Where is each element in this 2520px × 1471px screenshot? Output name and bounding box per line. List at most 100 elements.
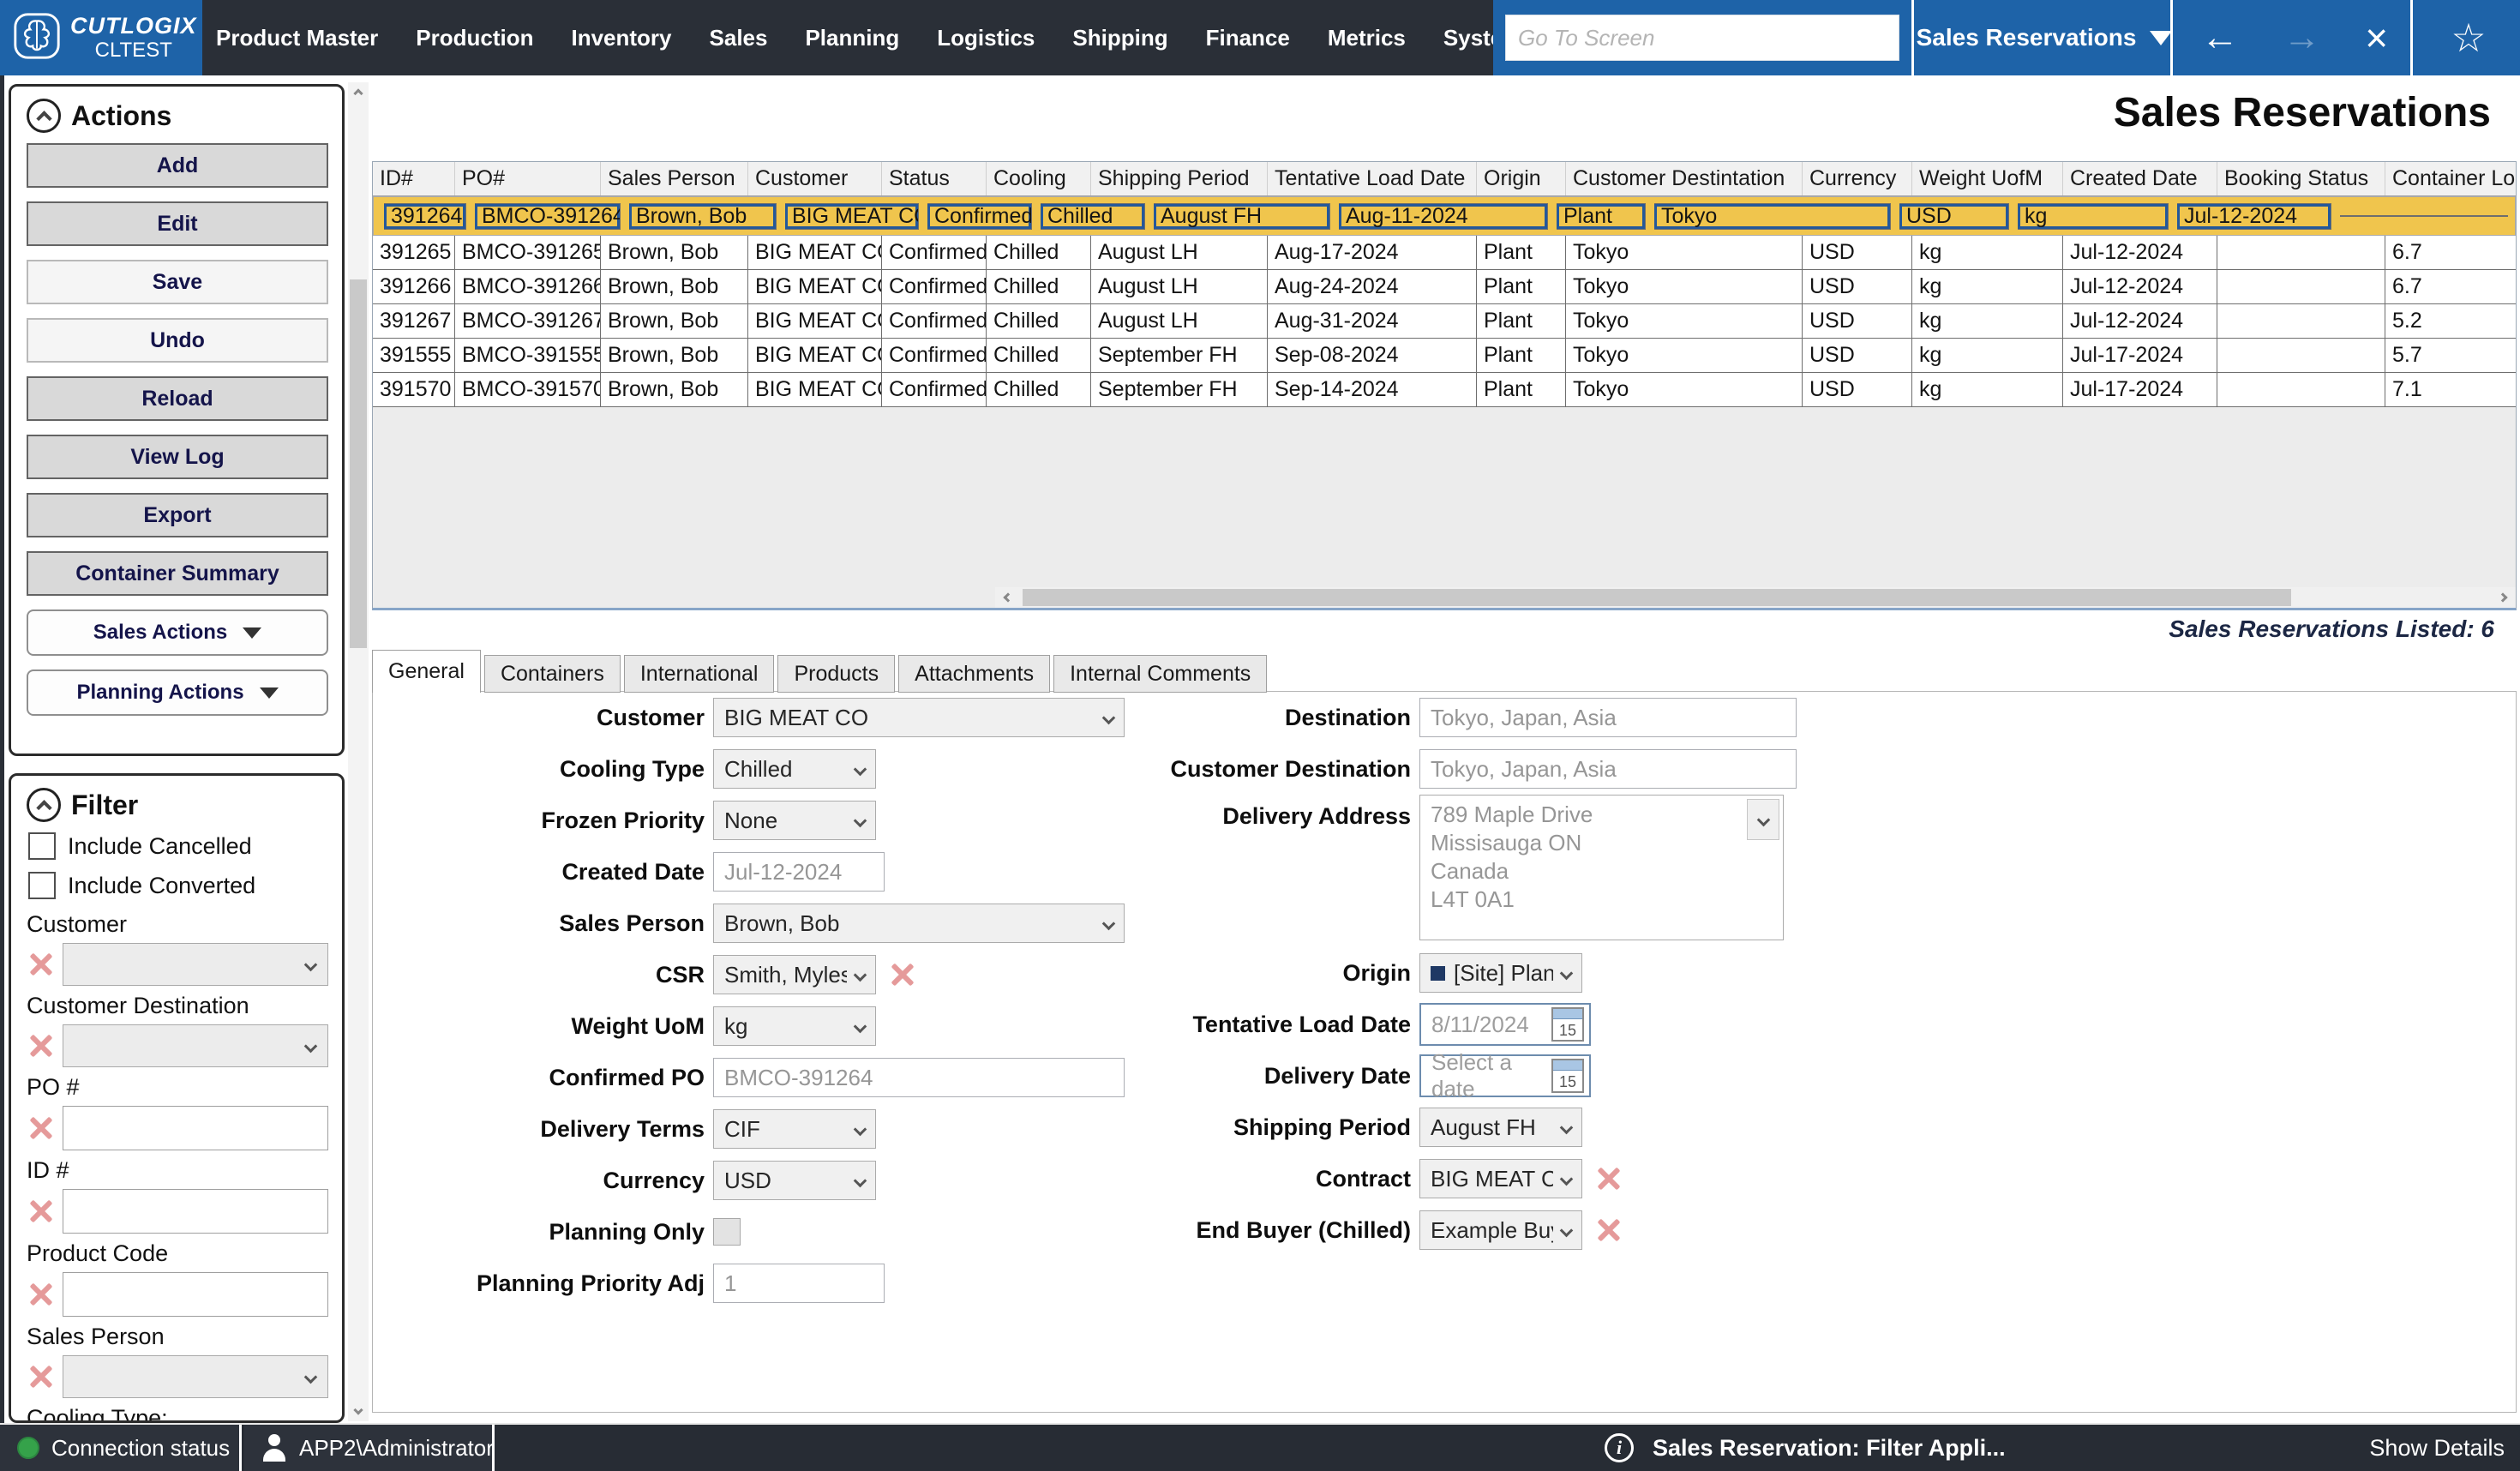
scroll-left-button[interactable]	[995, 587, 1021, 608]
calendar-icon[interactable]	[1551, 1059, 1584, 1093]
table-cell[interactable]: 7.1	[2385, 373, 2517, 407]
table-cell[interactable]: 391267	[373, 304, 455, 339]
table-cell[interactable]	[2217, 373, 2385, 407]
table-cell[interactable]: BMCO-391570	[455, 373, 601, 407]
table-cell[interactable]: September FH	[1091, 373, 1268, 407]
column-header-tentative-load-date[interactable]: Tentative Load Date	[1268, 162, 1477, 195]
tentative-load-date-datepicker[interactable]: 8/11/2024	[1419, 1003, 1591, 1046]
clear-field-icon[interactable]	[1593, 1215, 1623, 1246]
view-log-button[interactable]: View Log	[27, 435, 328, 479]
reload-button[interactable]: Reload	[27, 376, 328, 421]
sales-actions-dropdown[interactable]: Sales Actions	[27, 609, 328, 656]
table-cell[interactable]: BIG MEAT CO	[748, 270, 882, 304]
tab-international[interactable]: International	[624, 655, 775, 693]
table-cell[interactable]: Plant	[1477, 270, 1566, 304]
table-cell[interactable]: Confirmed	[927, 203, 1032, 230]
edit-button[interactable]: Edit	[27, 201, 328, 246]
table-cell[interactable]: Plant	[1477, 304, 1566, 339]
checkbox-icon[interactable]	[28, 872, 56, 899]
table-cell[interactable]: BIG MEAT CO	[785, 203, 919, 230]
table-row[interactable]: 391265BMCO-391265Brown, BobBIG MEAT COCo…	[373, 236, 2516, 270]
table-cell[interactable]: Chilled	[987, 339, 1091, 373]
scrollbar-thumb[interactable]	[1023, 589, 2291, 606]
table-cell[interactable]: 391264	[384, 203, 466, 230]
table-cell[interactable]: BIG MEAT CO	[748, 373, 882, 407]
scroll-right-button[interactable]	[2490, 587, 2516, 608]
table-cell[interactable]: Sep-08-2024	[1268, 339, 1477, 373]
customer-destination-input[interactable]: Tokyo, Japan, Asia	[1419, 749, 1797, 789]
table-cell[interactable]: Aug-11-2024	[1339, 203, 1548, 230]
column-header-status[interactable]: Status	[882, 162, 987, 195]
destination-input[interactable]: Tokyo, Japan, Asia	[1419, 698, 1797, 737]
clear-field-icon[interactable]	[1593, 1163, 1623, 1194]
table-cell[interactable]: USD	[1803, 373, 1912, 407]
table-cell[interactable]: August LH	[1091, 304, 1268, 339]
scroll-down-button[interactable]	[348, 1399, 369, 1421]
table-cell[interactable]: Brown, Bob	[601, 339, 748, 373]
calendar-icon[interactable]	[1551, 1007, 1584, 1042]
table-cell[interactable]: kg	[1912, 304, 2063, 339]
tab-general[interactable]: General	[372, 650, 481, 693]
table-cell[interactable]: Confirmed	[882, 304, 987, 339]
planning-priority-adj-input[interactable]: 1	[713, 1264, 885, 1303]
table-cell[interactable]: August LH	[1091, 270, 1268, 304]
dropdown-button[interactable]	[1747, 799, 1779, 840]
favorite-star-button[interactable]: ☆	[2417, 0, 2520, 75]
column-header-customer-destintation[interactable]: Customer Destintation	[1566, 162, 1803, 195]
clear-filter-icon[interactable]	[25, 1030, 56, 1061]
nav-item-production[interactable]: Production	[416, 25, 533, 51]
table-cell[interactable]: August LH	[1091, 236, 1268, 270]
tab-containers[interactable]: Containers	[484, 655, 621, 693]
clear-filter-icon[interactable]	[25, 1279, 56, 1310]
clear-field-icon[interactable]	[886, 959, 917, 990]
table-cell[interactable]: August FH	[1154, 203, 1330, 230]
column-header-customer[interactable]: Customer	[748, 162, 882, 195]
table-cell[interactable]: kg	[2018, 203, 2169, 230]
table-cell[interactable]: Tokyo	[1566, 304, 1803, 339]
table-cell[interactable]: Tokyo	[1566, 339, 1803, 373]
scroll-up-button[interactable]	[348, 82, 369, 105]
table-cell[interactable]: Brown, Bob	[629, 203, 777, 230]
clear-filter-icon[interactable]	[25, 949, 56, 980]
tab-attachments[interactable]: Attachments	[898, 655, 1050, 693]
nav-item-planning[interactable]: Planning	[805, 25, 899, 51]
nav-item-product-master[interactable]: Product Master	[216, 25, 378, 51]
table-cell[interactable]: USD	[1803, 270, 1912, 304]
table-cell[interactable]	[2217, 270, 2385, 304]
table-row[interactable]: 391570BMCO-391570Brown, BobBIG MEAT COCo…	[373, 373, 2516, 407]
table-cell[interactable]: Jul-12-2024	[2063, 270, 2217, 304]
filter-sales-person-select[interactable]	[63, 1355, 328, 1398]
created-date-input[interactable]: Jul-12-2024	[713, 852, 885, 892]
planning-only-checkbox[interactable]	[713, 1218, 741, 1246]
table-cell[interactable]: kg	[1912, 373, 2063, 407]
table-cell[interactable]: BMCO-391265	[455, 236, 601, 270]
clear-filter-icon[interactable]	[25, 1361, 56, 1392]
forward-button[interactable]: →	[2283, 19, 2321, 57]
table-horizontal-scrollbar[interactable]	[995, 587, 2516, 608]
shipping-period-select[interactable]: August FH	[1419, 1108, 1582, 1147]
table-cell[interactable]	[2340, 215, 2508, 217]
table-cell[interactable]: BMCO-391264	[475, 203, 621, 230]
contract-select[interactable]: BIG MEAT CO/E	[1419, 1159, 1582, 1198]
table-cell[interactable]: Brown, Bob	[601, 373, 748, 407]
table-cell[interactable]: 391555	[373, 339, 455, 373]
show-details-button[interactable]: Show Details	[2369, 1425, 2505, 1471]
table-cell[interactable]: Plant	[1557, 203, 1646, 230]
column-header-shipping-period[interactable]: Shipping Period	[1091, 162, 1268, 195]
table-cell[interactable]: USD	[1803, 304, 1912, 339]
close-screen-button[interactable]: ×	[2365, 18, 2388, 57]
clear-filter-icon[interactable]	[25, 1113, 56, 1144]
table-cell[interactable]: Plant	[1477, 339, 1566, 373]
column-header-currency[interactable]: Currency	[1803, 162, 1912, 195]
save-button[interactable]: Save	[27, 260, 328, 304]
table-cell[interactable]: Plant	[1477, 373, 1566, 407]
table-cell[interactable]: kg	[1912, 236, 2063, 270]
screen-selector-dropdown[interactable]: Sales Reservations	[1920, 0, 2169, 75]
table-cell[interactable]	[2217, 236, 2385, 270]
column-header-po[interactable]: PO#	[455, 162, 601, 195]
container-summary-button[interactable]: Container Summary	[27, 551, 328, 596]
table-cell[interactable]: 391265	[373, 236, 455, 270]
table-cell[interactable]: Confirmed	[882, 373, 987, 407]
column-header-weight-uofm[interactable]: Weight UofM	[1912, 162, 2063, 195]
column-header-cooling[interactable]: Cooling	[987, 162, 1091, 195]
